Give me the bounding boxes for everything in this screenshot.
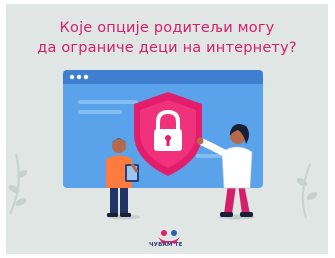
decorative-plant-left [8,153,28,215]
window-dot-icon [76,74,82,80]
logo-label: ЧУВАМ ТЕ [149,242,183,248]
window-dot-icon [83,74,89,80]
window-dot-icon [69,74,75,80]
decorative-plant-right [296,163,318,219]
info-card: Које опције родитељи могу да ограниче де… [6,4,328,254]
illustration [8,70,318,220]
